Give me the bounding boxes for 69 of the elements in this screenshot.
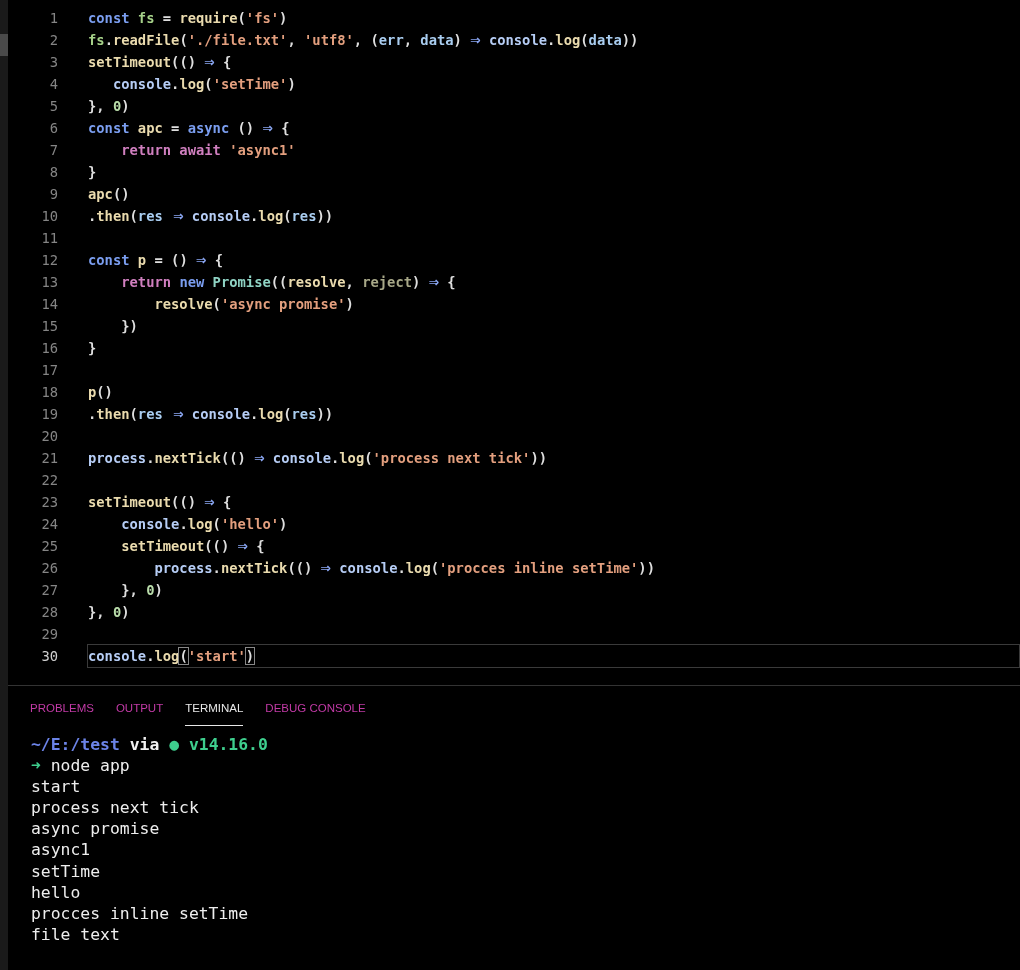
line-number: 15 [40, 318, 58, 334]
code-line: process.nextTick(() ⇒ console.log('procces inline setTime')) [153, 556, 656, 579]
line-number: 7 [48, 142, 58, 158]
code-line: const fs = require('fs') [87, 9, 289, 28]
code-line: fs.readFile('./file.txt', 'utf8', (err, data) ⇒ console.log(data)) [87, 28, 640, 51]
terminal-line: procces inline setTime [31, 902, 249, 924]
line-number: 8 [48, 164, 58, 180]
line-number: 19 [40, 406, 58, 422]
code-line: p() [87, 383, 114, 402]
code-line: const apc = async () ⇒ { [87, 116, 291, 139]
code-line: }, 0) [120, 581, 164, 600]
line-number: 28 [40, 604, 58, 620]
line-number: 12 [40, 252, 58, 268]
line-number: 17 [40, 362, 58, 378]
line-number: 22 [40, 472, 58, 488]
terminal-line: ➜ node app [31, 755, 130, 777]
terminal-line: ~/E:/test via ● v14.16.0 [31, 734, 268, 756]
code-line: setTimeout(() ⇒ { [87, 490, 233, 513]
line-number: 4 [48, 76, 58, 92]
code-line: setTimeout(() ⇒ { [87, 50, 233, 73]
code-line: resolve('async promise') [153, 295, 355, 314]
line-number: 23 [40, 494, 58, 510]
code-line: return await 'async1' [120, 141, 297, 160]
panel-tab[interactable]: DEBUG CONSOLE [265, 698, 366, 726]
terminal-line: async promise [31, 818, 160, 840]
line-number: 21 [40, 450, 58, 466]
line-number: 25 [40, 538, 58, 554]
line-number: 3 [48, 54, 58, 70]
line-number: 14 [40, 296, 58, 312]
line-number: 20 [40, 428, 58, 444]
panel-tab[interactable]: OUTPUT [115, 698, 164, 726]
line-number: 24 [40, 516, 58, 532]
terminal-line: start [31, 776, 81, 798]
code-line: }, 0) [87, 97, 131, 116]
line-number: 2 [48, 32, 58, 48]
code-line: }, 0) [87, 603, 131, 622]
line-number: 1 [48, 10, 58, 26]
code-line: .then(res ⇒ console.log(res)) [87, 204, 335, 227]
panel-tab[interactable]: PROBLEMS [30, 698, 94, 726]
terminal-line: hello [31, 881, 81, 903]
code-line: setTimeout(() ⇒ { [120, 534, 266, 557]
line-number: 30 [40, 648, 58, 664]
scrollbar-thumb[interactable] [0, 34, 8, 56]
line-number: 5 [48, 98, 58, 114]
code-line: } [87, 339, 98, 358]
terminal-line: process next tick [31, 797, 199, 819]
code-line: .then(res ⇒ console.log(res)) [87, 402, 335, 425]
line-number: 13 [40, 274, 58, 290]
code-line: console.log('hello') [120, 515, 289, 534]
code-line: console.log('setTime') [111, 75, 297, 94]
code-line: apc() [87, 185, 131, 204]
line-number: 18 [40, 384, 58, 400]
terminal-line: file text [31, 923, 120, 945]
code-line: process.nextTick(() ⇒ console.log('process next tick')) [87, 446, 548, 469]
line-number: 27 [40, 582, 58, 598]
code-line: }) [120, 317, 139, 336]
code-line: } [87, 163, 98, 182]
line-number: 10 [40, 208, 58, 224]
line-number: 6 [48, 120, 58, 136]
line-number: 29 [40, 626, 58, 642]
line-number: 16 [40, 340, 58, 356]
line-number: 11 [40, 230, 58, 246]
terminal-line: async1 [31, 839, 91, 861]
line-number: 9 [48, 186, 58, 202]
code-line: const p = () ⇒ { [87, 248, 225, 271]
panel-tab[interactable]: TERMINAL [185, 698, 244, 726]
line-number: 26 [40, 560, 58, 576]
terminal-line: setTime [31, 860, 101, 882]
code-line: return new Promise((resolve, reject) ⇒ { [120, 270, 457, 293]
